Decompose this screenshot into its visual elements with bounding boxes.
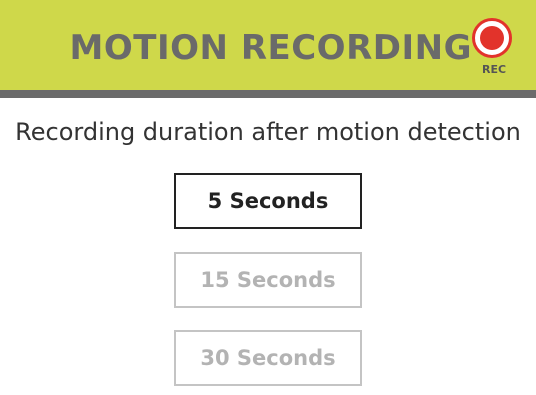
- option-5-seconds-button[interactable]: 5 Seconds: [174, 173, 362, 229]
- option-30-seconds-button[interactable]: 30 Seconds: [174, 330, 362, 386]
- duration-description: Recording duration after motion detectio…: [15, 118, 521, 146]
- record-circle: [472, 18, 512, 58]
- option-15-seconds-button[interactable]: 15 Seconds: [174, 252, 362, 308]
- page-title: MOTION RECORDING: [69, 28, 472, 68]
- record-icon: REC: [467, 14, 523, 86]
- record-dot: [480, 26, 504, 50]
- rec-label: REC: [481, 63, 507, 76]
- header-bar: MOTION RECORDING REC: [0, 0, 536, 98]
